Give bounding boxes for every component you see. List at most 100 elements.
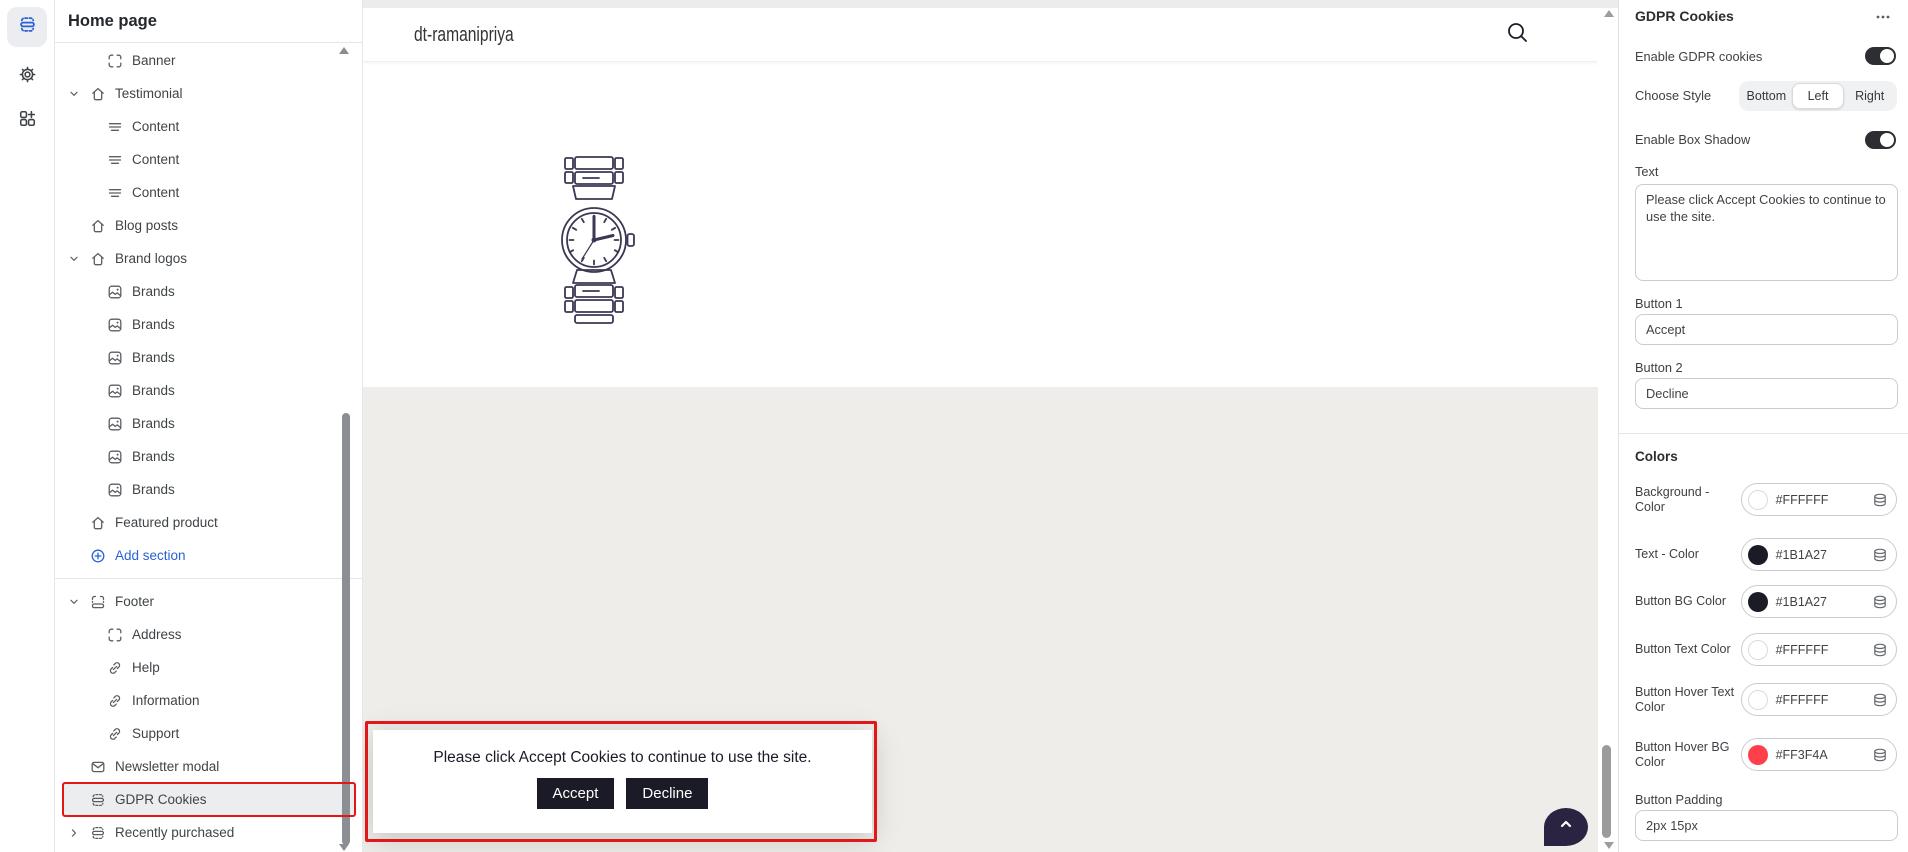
box-shadow-toggle[interactable] [1865,131,1896,149]
sidebar-item-label: Recently purchased [115,825,234,840]
sidebar-item-label: Testimonial [115,86,183,101]
color-picker-input[interactable]: #FFFFFF [1741,483,1897,516]
add-blocks-button[interactable] [7,101,47,141]
image-icon [107,383,123,399]
chevron-right-icon[interactable] [67,825,83,841]
sidebar-item-brands[interactable]: Brands [55,341,362,374]
sections-tab-button[interactable] [7,7,47,47]
sidebar-item-content[interactable]: Content [55,176,362,209]
theme-colors-icon[interactable] [1872,747,1888,763]
sidebar-item-brands[interactable]: Brands [55,407,362,440]
style-option-left[interactable]: Left [1792,83,1845,109]
sidebar-item-recently-purchased[interactable]: Recently purchased [55,816,362,849]
sidebar-scrollbar[interactable] [342,413,350,845]
section-rows-icon [90,825,106,841]
theme-colors-icon[interactable] [1872,692,1888,708]
sidebar-item-address[interactable]: Address [55,618,362,651]
color-label: Button Text Color [1635,642,1741,657]
sidebar-item-content[interactable]: Content [55,143,362,176]
sidebar-item-brands[interactable]: Brands [55,473,362,506]
sidebar-scroll-up-icon[interactable] [339,47,349,54]
add-circle-icon [90,548,106,564]
text-lines-icon [107,119,123,135]
sidebar-item-help[interactable]: Help [55,651,362,684]
accept-cookies-button[interactable]: Accept [537,778,615,809]
sidebar-item-label: Brand logos [115,251,187,266]
sidebar-item-information[interactable]: Information [55,684,362,717]
colors-heading: Colors [1635,449,1678,464]
color-swatch [1748,745,1768,765]
color-picker-input[interactable]: #1B1A27 [1741,585,1897,618]
decline-cookies-button[interactable]: Decline [626,778,708,809]
sidebar-item-brands[interactable]: Brands [55,275,362,308]
theme-colors-icon[interactable] [1872,642,1888,658]
sidebar-item-label: Brands [132,416,175,431]
search-icon[interactable] [1505,20,1535,50]
sidebar-item-label: Brands [132,350,175,365]
chevron-down-icon[interactable] [67,594,83,610]
sidebar-item-brands[interactable]: Brands [55,308,362,341]
sidebar-item-brands[interactable]: Brands [55,440,362,473]
button-padding-input[interactable] [1635,810,1898,841]
theme-colors-icon[interactable] [1872,492,1888,508]
color-setting-button-hover-text-color: Button Hover Text Color#FFFFFF [1635,683,1897,716]
sidebar-item-label: Featured product [115,515,218,530]
sidebar-item-content[interactable]: Content [55,110,362,143]
theme-colors-icon[interactable] [1872,594,1888,610]
style-option-bottom[interactable]: Bottom [1741,83,1792,109]
sidebar-divider [55,578,362,579]
sections-sidebar: Home page Banner Testimonial Content Conten… [55,0,363,852]
color-picker-input[interactable]: #FFFFFF [1741,683,1897,716]
sidebar-item-label: Banner [132,53,176,68]
sections-icon [18,15,37,39]
cookie-text-input[interactable]: Please click Accept Cookies to continue … [1635,184,1898,281]
section-rows-icon [90,792,106,808]
sidebar-item-add-section[interactable]: Add section [55,539,362,572]
link-icon [107,726,123,742]
color-label: Text - Color [1635,547,1741,562]
site-logo[interactable]: dt-ramanipriya [414,24,514,47]
theme-settings-button[interactable] [7,57,47,97]
enable-gdpr-label: Enable GDPR cookies [1635,49,1762,65]
color-picker-input[interactable]: #1B1A27 [1741,538,1897,571]
sections-tree: BannerTestimonialContentContentContentBl… [55,44,362,852]
sidebar-item-label: Content [132,152,179,167]
watch-product-image [553,156,645,324]
sidebar-item-newsletter-modal[interactable]: Newsletter modal [55,750,362,783]
color-label: Button BG Color [1635,594,1741,609]
button2-label: Button 2 [1635,360,1683,376]
chevron-up-icon [1558,818,1574,837]
sidebar-scroll-down-icon[interactable] [339,844,349,851]
text-label: Text [1635,164,1658,180]
cookie-message: Please click Accept Cookies to continue … [373,749,872,767]
more-options-icon[interactable] [1874,8,1894,26]
preview-scrollbar[interactable] [1602,745,1611,838]
sidebar-item-brands[interactable]: Brands [55,374,362,407]
page-title: Home page [55,12,157,31]
theme-colors-icon[interactable] [1872,547,1888,563]
banner-frame-icon [107,627,123,643]
color-swatch [1748,545,1768,565]
sidebar-item-brand-logos[interactable]: Brand logos [55,242,362,275]
color-picker-input[interactable]: #FFFFFF [1741,633,1897,666]
image-icon [107,482,123,498]
section-home-icon [90,251,106,267]
sidebar-item-blog-posts[interactable]: Blog posts [55,209,362,242]
sidebar-item-footer[interactable]: Footer [55,585,362,618]
sidebar-item-featured-product[interactable]: Featured product [55,506,362,539]
color-picker-input[interactable]: #FF3F4A [1741,738,1897,771]
button2-input[interactable] [1635,378,1898,409]
sidebar-item-support[interactable]: Support [55,717,362,750]
chevron-down-icon[interactable] [67,86,83,102]
sidebar-item-banner[interactable]: Banner [55,44,362,77]
color-swatch [1748,490,1768,510]
button1-input[interactable] [1635,314,1898,345]
sidebar-item-testimonial[interactable]: Testimonial [55,77,362,110]
chevron-down-icon[interactable] [67,251,83,267]
sidebar-item-gdpr-cookies[interactable]: GDPR Cookies [55,783,362,816]
style-option-right[interactable]: Right [1844,83,1895,109]
preview-scroll-down-icon[interactable] [1604,842,1614,849]
scroll-to-top-button[interactable] [1544,808,1588,846]
enable-gdpr-toggle[interactable] [1865,47,1896,65]
preview-scroll-up-icon[interactable] [1604,10,1614,17]
